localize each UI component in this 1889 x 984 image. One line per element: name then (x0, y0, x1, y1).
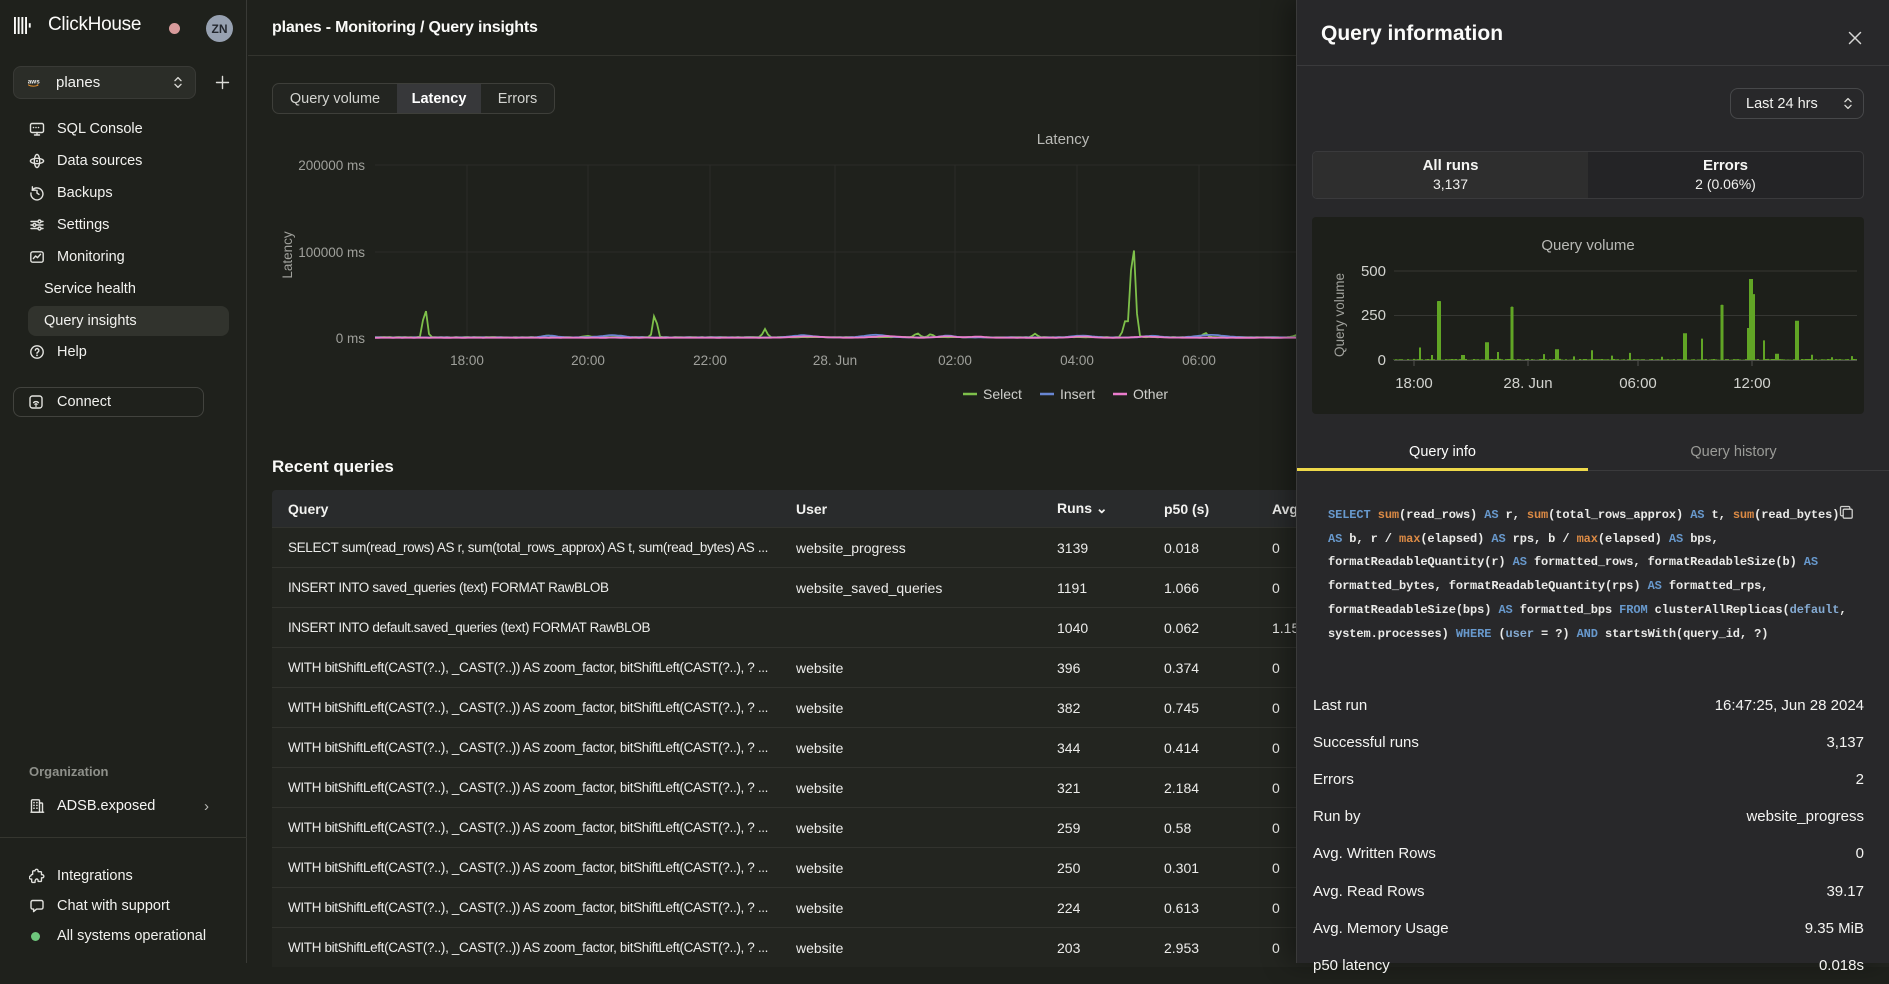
svg-text:Latency: Latency (1037, 131, 1090, 148)
svg-text:06:00: 06:00 (1182, 353, 1216, 368)
svg-text:12:00: 12:00 (1733, 375, 1771, 392)
svg-text:18:00: 18:00 (450, 353, 484, 368)
svg-text:100000 ms: 100000 ms (298, 245, 365, 260)
svg-text:Select: Select (983, 386, 1022, 402)
svg-text:02:00: 02:00 (938, 353, 972, 368)
svg-text:06:00: 06:00 (1619, 375, 1657, 392)
svg-text:Insert: Insert (1060, 386, 1095, 402)
svg-text:250: 250 (1361, 307, 1386, 324)
svg-text:500: 500 (1361, 263, 1386, 280)
svg-text:04:00: 04:00 (1060, 353, 1094, 368)
svg-text:20:00: 20:00 (571, 353, 605, 368)
svg-text:28. Jun: 28. Jun (1503, 375, 1552, 392)
svg-text:aws: aws (28, 78, 40, 85)
svg-text:0: 0 (1378, 352, 1386, 369)
svg-text:Query volume: Query volume (1541, 237, 1634, 254)
svg-text:Latency: Latency (280, 231, 295, 279)
svg-text:Query volume: Query volume (1332, 273, 1347, 357)
svg-text:200000 ms: 200000 ms (298, 158, 365, 173)
svg-text:0 ms: 0 ms (336, 331, 366, 346)
svg-text:22:00: 22:00 (693, 353, 727, 368)
svg-text:18:00: 18:00 (1395, 375, 1433, 392)
svg-text:Other: Other (1133, 386, 1168, 402)
svg-text:28. Jun: 28. Jun (813, 353, 857, 368)
